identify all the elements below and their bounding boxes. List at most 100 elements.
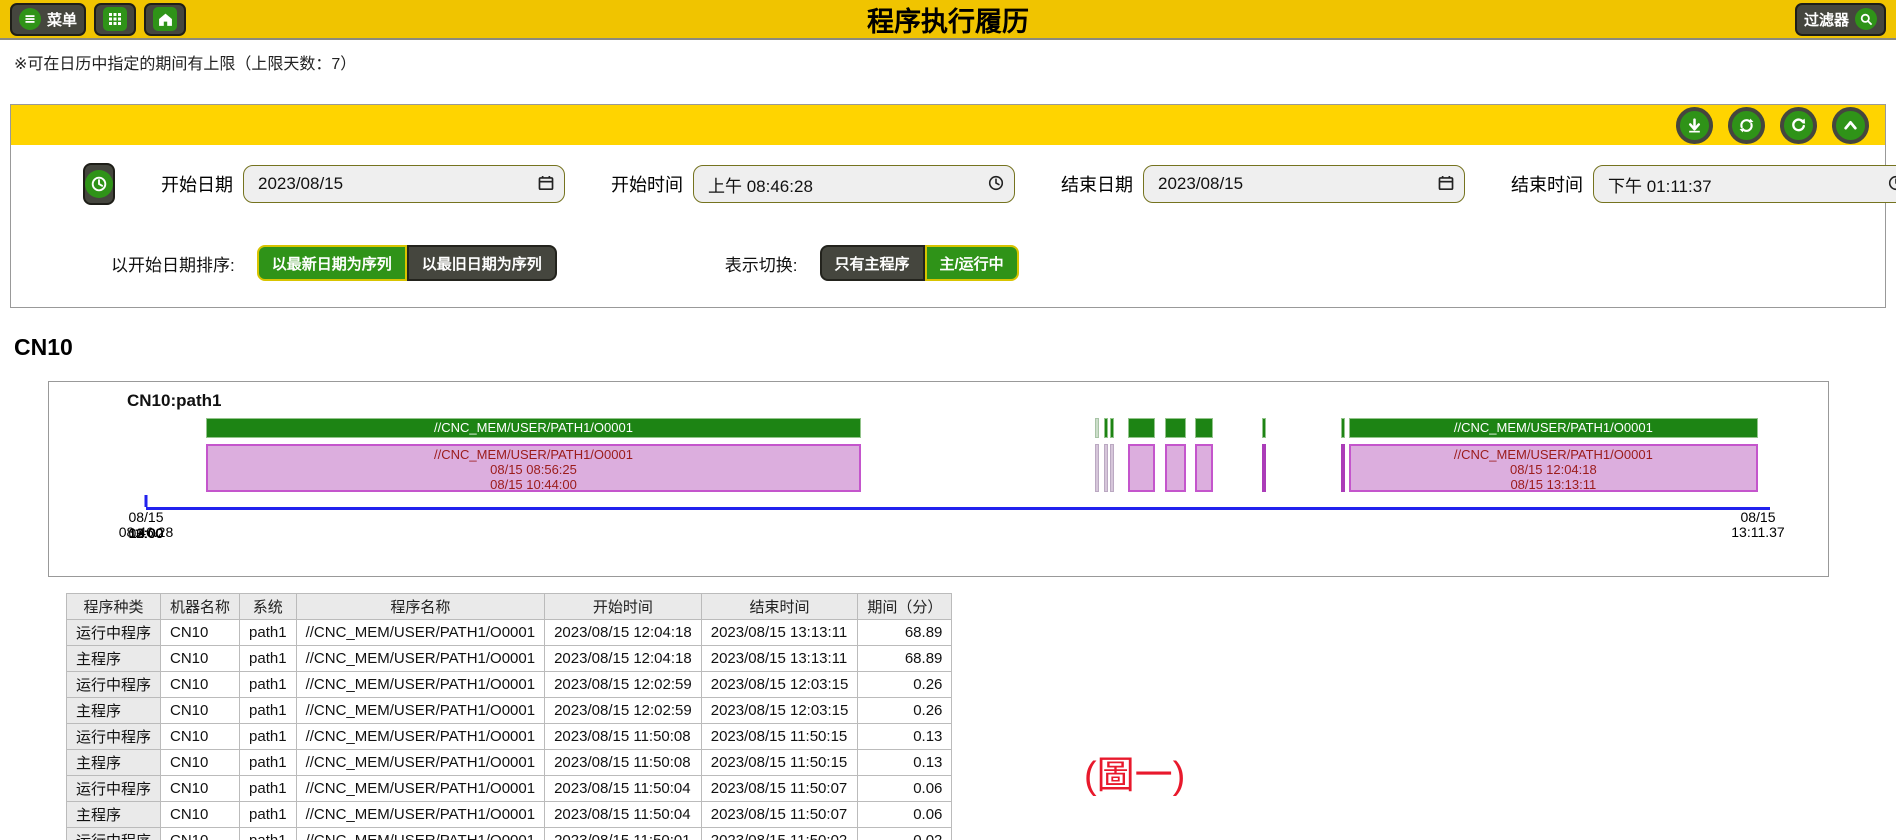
table-row: 运行中程序CN10path1//CNC_MEM/USER/PATH1/O0001… [67,672,952,698]
table-cell: //CNC_MEM/USER/PATH1/O0001 [296,620,545,646]
chart-plot-area: //CNC_MEM/USER/PATH1/O0001//CNC_MEM/USER… [146,382,1758,576]
gantt-bar-running-program [1110,444,1114,492]
gantt-bar-label: 08/15 13:13:11 [1351,477,1756,492]
table-cell: CN10 [161,620,240,646]
end-date-input[interactable] [1143,165,1465,203]
table-row: 主程序CN10path1//CNC_MEM/USER/PATH1/O000120… [67,802,952,828]
table-header-cell: 结束时间 [701,594,858,620]
gantt-bar-running-program [1104,444,1108,492]
table-cell: CN10 [161,802,240,828]
table-cell: 主程序 [67,750,161,776]
history-clock-icon [85,170,113,198]
table-row: 主程序CN10path1//CNC_MEM/USER/PATH1/O000120… [67,750,952,776]
display-main-running-button[interactable]: 主/运行中 [925,245,1019,281]
table-cell: 0.26 [858,698,952,724]
filter-button-label: 过滤器 [1804,9,1849,30]
table-cell: 运行中程序 [67,620,161,646]
page-title: 程序执行履历 [0,0,1896,39]
sort-oldest-button[interactable]: 以最旧日期为序列 [407,245,557,281]
running-program-bar-row: //CNC_MEM/USER/PATH1/O000108/15 08:56:25… [146,444,1758,492]
end-time-input[interactable] [1593,165,1896,203]
gantt-bar-label: //CNC_MEM/USER/PATH1/O0001 [208,447,858,462]
table-cell: 2023/08/15 11:50:07 [701,802,858,828]
gantt-bar-running-program [1195,444,1213,492]
table-cell: 2023/08/15 12:03:15 [701,672,858,698]
home-icon [153,7,177,31]
collapse-panel-button[interactable] [1832,107,1869,144]
gantt-bar-running-program [1128,444,1155,492]
gantt-bar-label: //CNC_MEM/USER/PATH1/O0001 [1351,447,1756,462]
gantt-bar-running-program: //CNC_MEM/USER/PATH1/O000108/15 08:56:25… [206,444,860,492]
menu-button-label: 菜单 [47,9,77,30]
table-cell: CN10 [161,698,240,724]
filter-panel: 开始日期 开始时间 结束日期 [10,104,1886,308]
figure-annotation: (圖一) [1084,744,1185,799]
refresh-button[interactable] [1780,107,1817,144]
search-icon [1855,8,1877,30]
filter-body: 开始日期 开始时间 结束日期 [11,145,1885,307]
axis-end-label: 08/1508:46.28 [119,510,174,540]
table-row: 运行中程序CN10path1//CNC_MEM/USER/PATH1/O0001… [67,724,952,750]
table-cell: CN10 [161,828,240,840]
table-cell: 2023/08/15 13:13:11 [701,620,858,646]
gantt-bar-running-program [1341,444,1345,492]
filter-button[interactable]: 过滤器 [1795,3,1886,36]
table-header-cell: 机器名称 [161,594,240,620]
table-cell: path1 [240,620,297,646]
end-date-label: 结束日期 [1061,171,1133,197]
table-cell: CN10 [161,724,240,750]
display-main-only-button[interactable]: 只有主程序 [820,245,925,281]
grid-icon [103,7,127,31]
table-row: 主程序CN10path1//CNC_MEM/USER/PATH1/O000120… [67,698,952,724]
end-time-label: 结束时间 [1511,171,1583,197]
table-cell: 2023/08/15 12:04:18 [545,646,702,672]
menu-button[interactable]: 菜单 [10,3,86,36]
gantt-bar-running-program [1165,444,1186,492]
start-time-input[interactable] [693,165,1015,203]
table-cell: CN10 [161,776,240,802]
table-row: 运行中程序CN10path1//CNC_MEM/USER/PATH1/O0001… [67,620,952,646]
axis-end-label: 08/1513:11.37 [1731,510,1784,540]
table-cell: 0.06 [858,802,952,828]
gantt-bar-label: 08/15 12:04:18 [1351,462,1756,477]
table-cell: 2023/08/15 11:50:04 [545,776,702,802]
start-date-input[interactable] [243,165,565,203]
table-cell: 2023/08/15 11:50:01 [545,828,702,840]
home-button[interactable] [144,3,186,36]
execution-timeline-chart: CN10:path1 //CNC_MEM/USER/PATH1/O0001//C… [48,381,1829,577]
period-limit-note: ※可在日历中指定的期间有上限（上限天数：7） [0,40,1896,82]
table-cell: path1 [240,828,297,840]
table-cell: //CNC_MEM/USER/PATH1/O0001 [296,698,545,724]
download-button[interactable] [1676,107,1713,144]
table-header-cell: 期间（分） [858,594,952,620]
table-cell: 0.13 [858,750,952,776]
table-cell: 2023/08/15 12:04:18 [545,620,702,646]
apps-grid-button[interactable] [94,3,136,36]
program-history-table: 程序种类机器名称系统程序名称开始时间结束时间期间（分） 运行中程序CN10pat… [66,593,952,840]
table-row: 运行中程序CN10path1//CNC_MEM/USER/PATH1/O0001… [67,828,952,840]
table-cell: 运行中程序 [67,828,161,840]
gantt-bar-main-program [1128,418,1155,438]
gantt-bar-main-program [1165,418,1186,438]
quick-time-button[interactable] [83,163,115,205]
gantt-bar-main-program [1104,418,1108,438]
table-header-cell: 开始时间 [545,594,702,620]
table-cell: 2023/08/15 11:50:08 [545,724,702,750]
table-header-row: 程序种类机器名称系统程序名称开始时间结束时间期间（分） [67,594,952,620]
table-cell: CN10 [161,646,240,672]
table-cell: 2023/08/15 12:03:15 [701,698,858,724]
sort-newest-button[interactable]: 以最新日期为序列 [257,245,407,281]
table-cell: 2023/08/15 11:50:08 [545,750,702,776]
table-cell: 主程序 [67,698,161,724]
display-toggle-label: 表示切换: [725,251,798,276]
table-row: 运行中程序CN10path1//CNC_MEM/USER/PATH1/O0001… [67,776,952,802]
sort-button-group: 以最新日期为序列 以最旧日期为序列 [257,245,557,281]
table-cell: 运行中程序 [67,724,161,750]
table-cell: 运行中程序 [67,776,161,802]
table-header-cell: 程序种类 [67,594,161,620]
gantt-bar-running-program: //CNC_MEM/USER/PATH1/O000108/15 12:04:18… [1349,444,1758,492]
table-cell: 2023/08/15 11:50:15 [701,750,858,776]
sync-button[interactable] [1728,107,1765,144]
table-cell: 0.13 [858,724,952,750]
table-cell: 2023/08/15 11:50:15 [701,724,858,750]
